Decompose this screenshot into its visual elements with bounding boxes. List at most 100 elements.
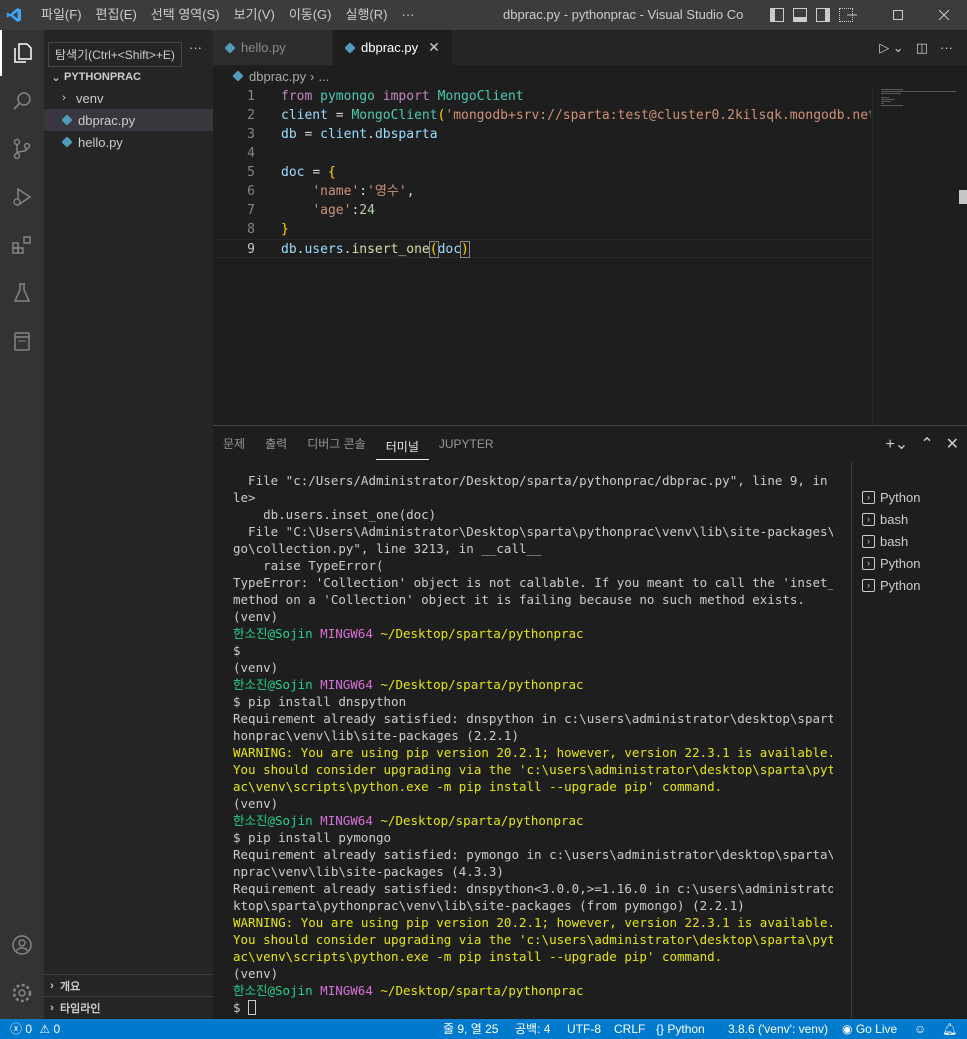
tree-item-dbprac[interactable]: dbprac.py (44, 109, 213, 131)
tab-dbprac[interactable]: dbprac.py ✕ (333, 30, 453, 65)
feedback-icon[interactable]: ☺ (914, 1019, 926, 1039)
chevron-right-icon: › (50, 1001, 54, 1014)
terminal-line: $ (233, 643, 241, 658)
terminal-line: Requirement already satisfied: dnspython… (233, 711, 833, 726)
code-line-6: 'name':'영수', (312, 184, 415, 199)
maximize-icon[interactable] (875, 0, 921, 30)
toggle-sidebar-icon[interactable] (770, 8, 784, 22)
python-interpreter[interactable]: 3.8.6 ('venv': venv) (728, 1019, 828, 1039)
editor-actions: ▷ ⌄ ◫ ··· (879, 30, 953, 65)
toggle-panel-icon[interactable] (793, 8, 807, 22)
menu-bar: 파일(F) 편집(E) 선택 영역(S) 보기(V) 이동(G) 실행(R) ·… (34, 0, 421, 30)
indentation[interactable]: 공백: 4 (515, 1019, 550, 1039)
warning-count: 0 (53, 1022, 61, 1036)
terminal-item[interactable]: › Python (862, 486, 920, 508)
more-actions-icon[interactable]: ··· (189, 40, 202, 55)
code-line-2: client = MongoClient('mongodb+srv://spar… (281, 108, 871, 123)
tree-item-venv[interactable]: › venv (44, 87, 213, 109)
tree-item-label: dbprac.py (78, 112, 136, 128)
minimize-icon[interactable] (829, 0, 875, 30)
terminal-item[interactable]: › bash (862, 530, 908, 552)
terminal-line: method on a 'Collection' object it is fa… (233, 592, 805, 607)
terminal-label: Python (880, 577, 921, 593)
python-file-icon (61, 136, 73, 148)
new-terminal-icon[interactable]: +⌄ (885, 434, 908, 454)
terminal-output[interactable]: File "c:/Users/Administrator/Desktop/spa… (233, 472, 833, 1016)
menu-run[interactable]: 실행(R) (339, 0, 395, 30)
tab-jupyter[interactable]: JUPYTER (429, 426, 504, 462)
terminal-item[interactable]: › bash (862, 508, 908, 530)
editor-scrollbar[interactable] (959, 190, 967, 204)
terminal-item[interactable]: › Python (862, 552, 920, 574)
problems-status[interactable]: ⓧ 0 ⚠ 0 (10, 1019, 60, 1039)
tab-output[interactable]: 출력 (255, 426, 297, 462)
menu-go[interactable]: 이동(G) (282, 0, 339, 30)
menu-more[interactable]: ··· (394, 0, 421, 30)
timeline-section[interactable]: › 타임라인 (44, 996, 213, 1018)
explorer-icon[interactable] (0, 30, 44, 76)
breadcrumb-file[interactable]: dbprac.py (249, 69, 306, 84)
notifications-bell-icon[interactable]: 🔔︎ (942, 1019, 957, 1039)
close-tab-icon[interactable]: ✕ (428, 39, 440, 56)
terminal-line: raise TypeError( (233, 558, 384, 573)
explorer-sidebar: ··· ⌄ PYTHONPRAC › venv dbprac.py hello.… (44, 30, 213, 1019)
terminal-label: bash (880, 533, 909, 549)
folder-header[interactable]: ⌄ PYTHONPRAC (44, 66, 213, 88)
warning-icon: ⚠ (39, 1022, 51, 1036)
encoding[interactable]: UTF-8 (567, 1019, 601, 1039)
terminal-item[interactable]: › Python (862, 574, 920, 596)
end-of-line[interactable]: CRLF (614, 1019, 645, 1039)
toggle-secondary-sidebar-icon[interactable] (816, 8, 830, 22)
outline-section[interactable]: › 개요 (44, 974, 213, 996)
menu-edit[interactable]: 편집(E) (89, 0, 144, 30)
terminal-line: (venv) (233, 796, 279, 811)
terminal-line: 한소진@Sojin MINGW64 ~/Desktop/sparta/pytho… (233, 677, 584, 692)
testing-icon[interactable] (0, 270, 44, 316)
jupyter-icon[interactable] (0, 318, 44, 364)
breadcrumb: dbprac.py › ... (213, 65, 967, 87)
menu-view[interactable]: 보기(V) (227, 0, 282, 30)
menu-file[interactable]: 파일(F) (34, 0, 89, 30)
terminal-line: (venv) (233, 660, 279, 675)
error-icon: ⓧ (10, 1022, 23, 1036)
minimap[interactable] (872, 87, 967, 425)
settings-gear-icon[interactable] (0, 970, 44, 1016)
run-debug-icon[interactable] (0, 174, 44, 220)
terminal-line: $ pip install pymongo (233, 830, 392, 845)
python-file-icon (344, 41, 356, 54)
terminal-line: 한소진@Sojin MINGW64 ~/Desktop/sparta/pytho… (233, 626, 584, 641)
code-editor[interactable]: 1 from pymongo import MongoClient 2 client… (213, 87, 967, 425)
terminal-icon: › (862, 490, 875, 504)
search-icon[interactable] (0, 78, 44, 124)
split-editor-icon[interactable]: ◫ (916, 40, 928, 56)
go-live[interactable]: ◉ Go Live (842, 1019, 897, 1039)
terminal-icon: › (862, 534, 875, 548)
menu-selection[interactable]: 선택 영역(S) (144, 0, 227, 30)
more-actions-icon[interactable]: ··· (940, 40, 953, 55)
close-window-icon[interactable] (921, 0, 967, 30)
accounts-icon[interactable] (0, 922, 44, 968)
line-number: 5 (247, 165, 255, 180)
terminal-line: TypeError: 'Collection' object is not ca… (233, 575, 833, 590)
panel-tabs: 문제 출력 디버그 콘솔 터미널 JUPYTER (213, 426, 504, 462)
terminal-line: $ pip install dnspython (233, 694, 407, 709)
cursor-position[interactable]: 줄 9, 열 25 (443, 1019, 498, 1039)
maximize-panel-icon[interactable]: ⌃ (920, 434, 933, 454)
tree-item-hello[interactable]: hello.py (44, 131, 213, 153)
terminal-line: $ (233, 999, 833, 1016)
tab-terminal[interactable]: 터미널 (375, 434, 429, 460)
breadcrumb-symbol[interactable]: ... (318, 69, 329, 84)
terminal-line: WARNING: You are using pip version 20.2.… (233, 915, 833, 930)
terminal-line: (venv) (233, 609, 279, 624)
source-control-icon[interactable] (0, 126, 44, 172)
line-number: 1 (247, 89, 255, 104)
tab-problems[interactable]: 문제 (213, 426, 255, 462)
close-panel-icon[interactable]: ✕ (946, 434, 959, 454)
extensions-icon[interactable] (0, 222, 44, 268)
tab-debug-console[interactable]: 디버그 콘솔 (297, 426, 376, 462)
tab-hello[interactable]: hello.py (213, 30, 333, 65)
language-mode[interactable]: {} Python (656, 1019, 705, 1039)
panel-actions: +⌄ ⌃ ✕ (885, 434, 959, 454)
run-python-file-icon[interactable]: ▷ ⌄ (879, 40, 904, 56)
code-line-3: db = client.dbsparta (281, 127, 438, 142)
